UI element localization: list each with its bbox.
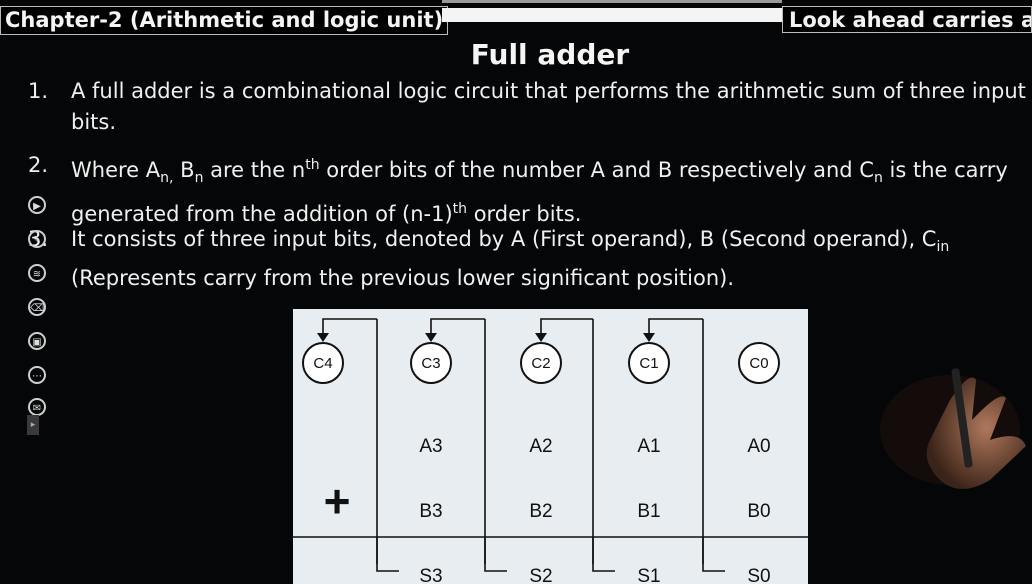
b-bit-label: B2	[529, 501, 552, 522]
point-text: Where An, Bn are the nth order bits of t…	[71, 157, 1008, 227]
a-bit-label: A3	[419, 436, 442, 457]
carry-label: C1	[639, 355, 658, 372]
carry-label: C0	[749, 355, 768, 372]
eraser-icon[interactable]: ⌫	[28, 298, 46, 316]
more-icon[interactable]: ⋯	[28, 366, 46, 384]
sum-bit-label: S2	[529, 566, 552, 584]
b-bit-label: B3	[419, 501, 442, 522]
point-number: 1.	[28, 79, 49, 103]
slide-title-text: Full adder	[470, 38, 630, 71]
plus-operator: +	[324, 475, 351, 527]
carry-label: C2	[531, 355, 550, 372]
point-text: A full adder is a combinational logic ci…	[71, 79, 1026, 134]
carry-label: C4	[313, 355, 332, 372]
slide-title: Full adder	[0, 38, 1032, 71]
a-bit-label: A1	[637, 436, 660, 457]
chat-icon[interactable]: ✉	[28, 398, 46, 416]
chapter-label: Chapter-2 (Arithmetic and logic unit)	[0, 6, 449, 35]
title-bar: Chapter-2 (Arithmetic and logic unit) Lo…	[0, 0, 1032, 40]
a-bit-label: A2	[529, 436, 552, 457]
carry-label: C3	[421, 355, 440, 372]
screen-icon[interactable]: ▣	[28, 332, 46, 350]
sum-bit-label: S3	[419, 566, 442, 584]
sum-bit-label: S1	[637, 566, 660, 584]
sum-bit-label: S0	[747, 566, 770, 584]
point-text: It consists of three input bits, denoted…	[71, 227, 950, 291]
toolbar-collapse-handle[interactable]: ▸	[27, 415, 39, 435]
next-topic-label: Look ahead carries ad	[782, 6, 1032, 33]
presenter-hand-image	[880, 368, 1026, 489]
highlighter-icon[interactable]: ≋	[28, 264, 46, 282]
b-bit-label: B0	[747, 501, 770, 522]
top-divider	[442, 0, 782, 3]
header-white-bar	[442, 8, 782, 22]
a-bit-label: A0	[747, 436, 770, 457]
point-number: 2.	[28, 153, 49, 177]
full-adder-diagram: C4 C3 C2 C1 C0 A3 A2 A1 A0 B3 B2 B1 B0 S…	[293, 309, 808, 584]
adder-diagram-svg: C4 C3 C2 C1 C0 A3 A2 A1 A0 B3 B2 B1 B0 S…	[293, 318, 808, 584]
pen-icon[interactable]: ✎	[28, 230, 46, 248]
b-bit-label: B1	[637, 501, 660, 522]
play-icon[interactable]: ▶	[28, 196, 46, 214]
